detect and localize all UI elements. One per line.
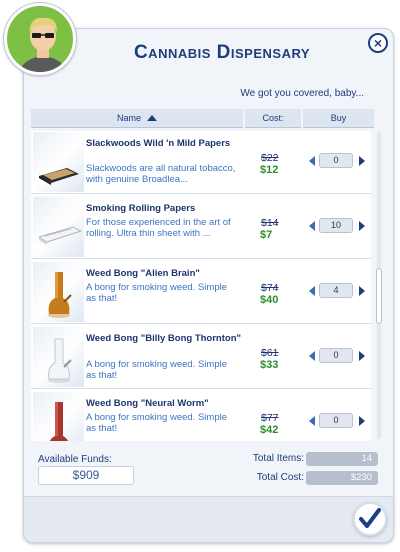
available-funds-value: $909 (38, 466, 134, 485)
item-sale-price: $42 (260, 424, 279, 436)
item-name: Weed Bong "Billy Bong Thornton" (86, 333, 242, 344)
column-header-cost-label: Cost: (262, 113, 284, 123)
item-description-text: A bong for smoking weed. Simple as that! (86, 359, 227, 381)
action-bar (24, 496, 393, 542)
item-original-price: $22 (261, 152, 279, 164)
page-subtitle: We got you covered, baby... (240, 88, 364, 99)
decrease-quantity-icon[interactable] (309, 351, 315, 361)
list-item[interactable]: Weed Bong "Alien Brain" A bong for smoki… (31, 260, 371, 324)
column-header-buy[interactable]: Buy (303, 109, 374, 128)
list-item[interactable]: Smoking Rolling Papers For those experie… (31, 195, 371, 259)
item-name: Weed Bong "Alien Brain" (86, 268, 200, 279)
item-description: A bong for smoking weed. Simple as that! (86, 282, 246, 304)
decrease-quantity-icon[interactable] (309, 221, 315, 231)
total-items-value: 14 (306, 452, 378, 466)
item-description-text: A bong for smoking weed. Simple as that! (86, 412, 227, 434)
increase-quantity-icon[interactable] (359, 286, 365, 296)
item-sale-price: $33 (260, 359, 279, 371)
column-header-name-label: Name (116, 113, 141, 123)
item-sale-price: $40 (260, 294, 279, 306)
item-original-price: $77 (261, 412, 279, 424)
item-original-price: $61 (261, 347, 279, 359)
close-button[interactable]: × (368, 33, 388, 53)
decrease-quantity-icon[interactable] (309, 286, 315, 296)
increase-quantity-icon[interactable] (359, 156, 365, 166)
checkmark-icon (359, 508, 381, 528)
quantity-stepper: 0 (305, 413, 369, 429)
column-header-buy-label: Buy (330, 113, 347, 123)
red-bong-icon (33, 392, 84, 441)
quantity-stepper: 10 (305, 218, 369, 234)
item-description: A bong for smoking weed. Simple as that! (86, 412, 246, 434)
item-list[interactable]: Slackwoods Wild 'n Mild Papers Slackwood… (31, 131, 371, 441)
item-description: Slackwoods are all natural tobacco, with… (86, 163, 246, 185)
quantity-stepper: 4 (305, 283, 369, 299)
list-item[interactable]: Slackwoods Wild 'n Mild Papers Slackwood… (31, 131, 371, 194)
white-bong-icon (33, 327, 84, 387)
item-description-text: Slackwoods are all natural tobacco, with… (86, 163, 236, 185)
item-sale-price: $7 (260, 229, 273, 241)
increase-quantity-icon[interactable] (359, 351, 365, 361)
total-items-label: Total Items: (252, 453, 304, 464)
summary-footer: Available Funds: $909 Total Items: 14 To… (31, 445, 381, 493)
list-item[interactable]: Weed Bong "Neural Worm" A bong for smoki… (31, 390, 371, 441)
item-original-price: $14 (261, 217, 279, 229)
quantity-value[interactable]: 0 (319, 153, 353, 168)
sort-ascending-icon (147, 115, 157, 121)
close-icon: × (373, 35, 383, 51)
column-header-cost[interactable]: Cost: (245, 109, 301, 128)
amber-bong-icon (33, 262, 84, 322)
sim-avatar[interactable] (4, 3, 76, 75)
item-original-price: $74 (261, 282, 279, 294)
item-name: Smoking Rolling Papers (86, 203, 196, 214)
page-title: Cannabis Dispensary (133, 42, 311, 63)
quantity-value[interactable]: 0 (319, 348, 353, 363)
increase-quantity-icon[interactable] (359, 221, 365, 231)
item-description-text: For those experienced in the art of roll… (86, 217, 231, 239)
quantity-stepper: 0 (305, 153, 369, 169)
list-item[interactable]: Weed Bong "Billy Bong Thornton" A bong f… (31, 325, 371, 389)
item-sale-price: $12 (260, 164, 279, 176)
decrease-quantity-icon[interactable] (309, 416, 315, 426)
item-description-text: A bong for smoking weed. Simple as that! (86, 282, 227, 304)
rolling-papers-pack-icon (33, 197, 84, 257)
column-headers: Name Cost: Buy (31, 109, 374, 128)
item-description: For those experienced in the art of roll… (86, 217, 246, 239)
column-header-name[interactable]: Name (31, 109, 243, 128)
quantity-value[interactable]: 4 (319, 283, 353, 298)
quantity-value[interactable]: 0 (319, 413, 353, 428)
total-cost-value: $230 (306, 471, 378, 485)
total-cost-label: Total Cost: (256, 472, 304, 483)
item-name: Weed Bong "Neural Worm" (86, 398, 209, 409)
decrease-quantity-icon[interactable] (309, 156, 315, 166)
available-funds-label: Available Funds: (38, 454, 112, 465)
increase-quantity-icon[interactable] (359, 416, 365, 426)
quantity-value[interactable]: 10 (319, 218, 353, 233)
item-name: Slackwoods Wild 'n Mild Papers (86, 138, 231, 149)
quantity-stepper: 0 (305, 348, 369, 364)
scrollbar-thumb[interactable] (376, 268, 382, 324)
confirm-purchase-button[interactable] (353, 502, 387, 536)
rolling-papers-box-icon (33, 132, 84, 192)
item-description: A bong for smoking weed. Simple as that! (86, 359, 246, 381)
